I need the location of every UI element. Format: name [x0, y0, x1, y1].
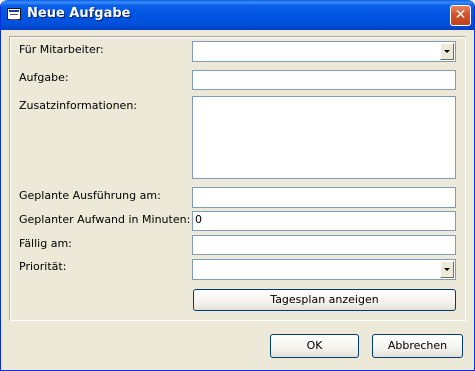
ok-label: OK [306, 339, 323, 352]
zusatz-label: Zusatzinformationen: [19, 99, 137, 112]
prioritaet-select[interactable] [192, 259, 456, 280]
form-icon [7, 8, 21, 20]
abbrechen-button[interactable]: Abbrechen [372, 334, 463, 358]
close-icon: ✕ [454, 7, 467, 23]
aufwand-value: 0 [195, 213, 202, 226]
aufgabe-input[interactable] [192, 70, 456, 90]
zusatz-textarea[interactable] [192, 96, 456, 179]
window-title: Neue Aufgabe [27, 6, 131, 21]
tagesplan-label: Tagesplan anzeigen [270, 293, 379, 306]
ausfuehrung-input[interactable] [192, 187, 456, 208]
mitarbeiter-dropdown-button[interactable] [440, 43, 454, 60]
faellig-input[interactable] [192, 235, 456, 255]
tagesplan-button[interactable]: Tagesplan anzeigen [193, 289, 456, 311]
faellig-label: Fällig am: [19, 237, 72, 250]
dialog-window: Neue Aufgabe ✕ Für Mitarbeiter: Aufgabe:… [0, 0, 475, 371]
ok-button[interactable]: OK [270, 334, 359, 358]
abbrechen-label: Abbrechen [387, 339, 448, 352]
close-button[interactable]: ✕ [450, 5, 471, 26]
prioritaet-label: Priorität: [19, 260, 67, 273]
mitarbeiter-select[interactable] [192, 41, 456, 62]
prioritaet-dropdown-button[interactable] [440, 261, 454, 278]
aufgabe-label: Aufgabe: [19, 71, 69, 84]
aufwand-input[interactable]: 0 [192, 211, 456, 231]
ausfuehrung-label: Geplante Ausführung am: [19, 189, 161, 202]
aufwand-label: Geplanter Aufwand in Minuten: [19, 213, 191, 226]
title-bar[interactable]: Neue Aufgabe ✕ [1, 0, 474, 30]
mitarbeiter-label: Für Mitarbeiter: [19, 43, 104, 56]
